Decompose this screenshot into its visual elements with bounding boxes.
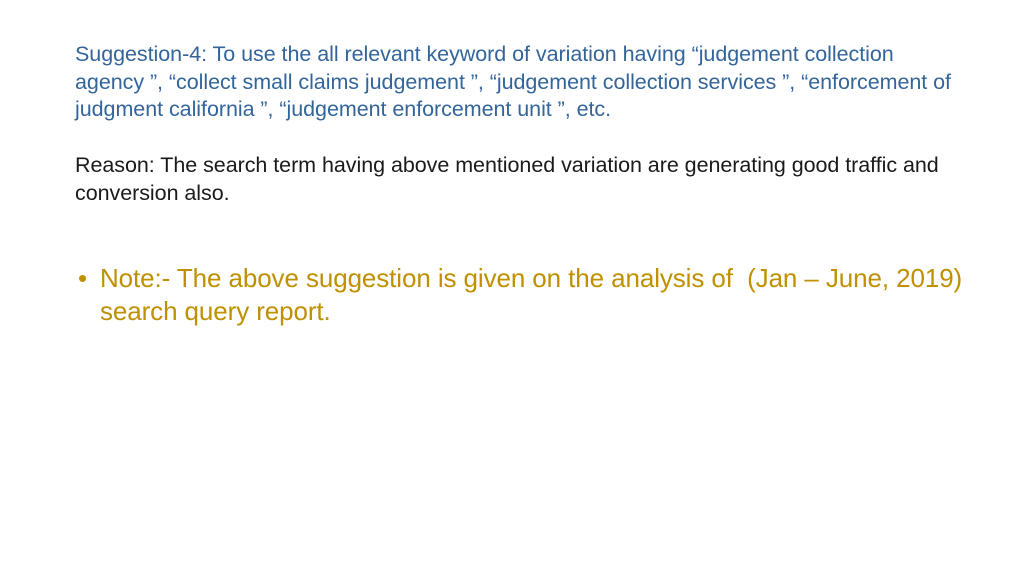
suggestion-paragraph: Suggestion-4: To use the all relevant ke… bbox=[75, 42, 957, 121]
reason-paragraph: Reason: The search term having above men… bbox=[75, 153, 945, 205]
note-paragraph: Note:- The above suggestion is given on … bbox=[100, 263, 970, 326]
slide-canvas: Suggestion-4: To use the all relevant ke… bbox=[0, 0, 1024, 576]
note-bullet-item: • Note:- The above suggestion is given o… bbox=[78, 262, 968, 328]
bullet-dot-icon: • bbox=[78, 263, 88, 293]
